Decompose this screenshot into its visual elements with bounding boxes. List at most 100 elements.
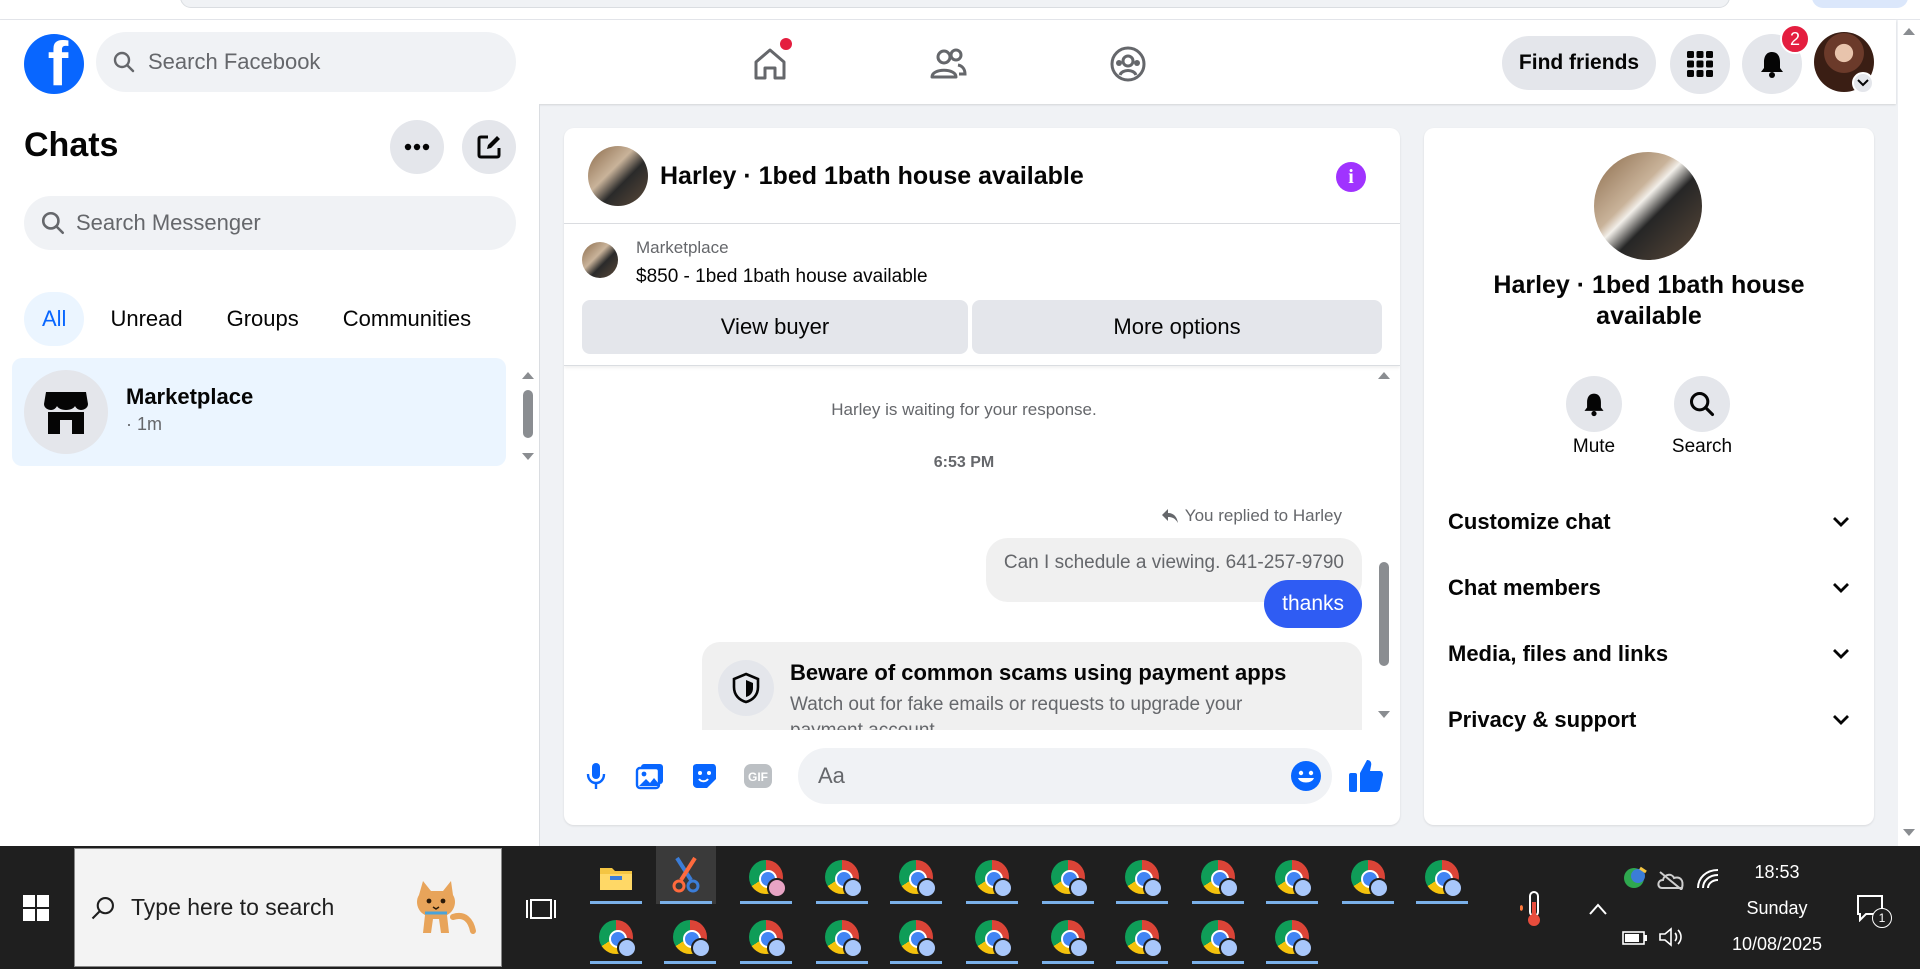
find-friends-button[interactable]: Find friends xyxy=(1502,36,1656,90)
listing-price-title[interactable]: $850 - 1bed 1bath house available xyxy=(636,266,928,288)
thumbs-up-icon[interactable] xyxy=(1346,756,1386,796)
section-label: Media, files and links xyxy=(1448,641,1669,666)
browser-action-pill[interactable] xyxy=(1812,0,1908,8)
onedrive-cloud-icon[interactable] xyxy=(1656,870,1686,890)
info-icon[interactable]: i xyxy=(1336,162,1366,192)
mute-button[interactable] xyxy=(1566,376,1622,432)
taskbar-chrome-8[interactable] xyxy=(1262,850,1322,904)
chat-list-item-marketplace[interactable]: Marketplace · 1m xyxy=(12,358,506,466)
section-media-files-links[interactable]: Media, files and links xyxy=(1448,634,1850,674)
gif-button[interactable]: GIF xyxy=(740,758,776,794)
chrome-icon xyxy=(899,920,937,958)
chats-options-button[interactable] xyxy=(390,120,444,174)
waiting-notice: Harley is waiting for your response. xyxy=(831,400,1097,419)
taskbar-chrome-4[interactable] xyxy=(962,850,1022,904)
taskbar-chrome-14[interactable] xyxy=(812,910,872,964)
volume-icon[interactable] xyxy=(1658,926,1684,948)
search-conversation-button[interactable] xyxy=(1674,376,1730,432)
tab-groups[interactable]: Groups xyxy=(209,292,317,346)
sticker-button[interactable] xyxy=(686,758,722,794)
taskbar-chrome-2[interactable] xyxy=(812,850,872,904)
browser-address-bar[interactable] xyxy=(180,0,1730,8)
facebook-search-input[interactable]: Search Facebook xyxy=(96,32,516,92)
taskbar-chrome-19[interactable] xyxy=(1188,910,1248,964)
taskbar-snipping-tool[interactable] xyxy=(656,846,716,904)
section-privacy-support[interactable]: Privacy & support xyxy=(1448,700,1850,740)
taskbar-file-explorer[interactable] xyxy=(586,850,646,904)
browser-address-strip xyxy=(0,0,1920,20)
clock-date[interactable]: 10/08/2025 xyxy=(1722,934,1832,955)
notification-count-badge: 2 xyxy=(1780,24,1810,54)
taskbar-chrome-10[interactable] xyxy=(1412,850,1472,904)
taskbar-chrome-5[interactable] xyxy=(1038,850,1098,904)
thread-scrollbar[interactable] xyxy=(1376,366,1392,722)
chrome-icon xyxy=(749,860,787,898)
taskbar-chrome-18[interactable] xyxy=(1112,910,1172,964)
view-buyer-button[interactable]: View buyer xyxy=(582,300,968,354)
taskbar-chrome-20[interactable] xyxy=(1262,910,1322,964)
chevron-up-icon[interactable] xyxy=(1588,902,1608,916)
emoji-icon[interactable] xyxy=(1290,760,1322,792)
clock-time[interactable]: 18:53 xyxy=(1722,862,1832,883)
voice-clip-button[interactable] xyxy=(578,758,614,794)
snipping-tool-icon xyxy=(672,856,700,893)
windows-taskbar: Type here to search 18:53 Sunday 10/08/2… xyxy=(0,846,1920,969)
message-input[interactable]: Aa xyxy=(798,748,1332,804)
scrollbar-thumb[interactable] xyxy=(1379,562,1389,666)
wifi-icon[interactable] xyxy=(1696,868,1722,890)
taskbar-chrome-12[interactable] xyxy=(660,910,720,964)
taskbar-chrome-3[interactable] xyxy=(886,850,946,904)
taskbar-chrome-6[interactable] xyxy=(1112,850,1172,904)
taskbar-chrome-7[interactable] xyxy=(1188,850,1248,904)
conversation-title[interactable]: Harley · 1bed 1bath house available xyxy=(660,162,1084,191)
section-chat-members[interactable]: Chat members xyxy=(1448,568,1850,608)
message-thread[interactable]: Harley is waiting for your response. 6:5… xyxy=(564,366,1400,730)
taskbar-chrome-9[interactable] xyxy=(1338,850,1398,904)
taskbar-chrome-16[interactable] xyxy=(962,910,1022,964)
details-avatar[interactable] xyxy=(1594,152,1702,260)
page-scrollbar[interactable] xyxy=(1898,20,1920,846)
messenger-search-placeholder: Search Messenger xyxy=(76,210,261,235)
tab-communities[interactable]: Communities xyxy=(325,292,489,346)
new-message-button[interactable] xyxy=(462,120,516,174)
groups-nav-button[interactable] xyxy=(1104,40,1152,88)
outgoing-message-bubble[interactable]: thanks xyxy=(1264,580,1362,628)
messenger-search-input[interactable]: Search Messenger xyxy=(24,196,516,250)
scam-warning-card[interactable]: Beware of common scams using payment app… xyxy=(702,642,1362,730)
battery-icon[interactable] xyxy=(1622,930,1648,946)
account-chevron-down-icon[interactable] xyxy=(1852,72,1874,94)
more-options-button[interactable]: More options xyxy=(972,300,1382,354)
windows-logo-icon xyxy=(23,894,49,921)
chrome-icon xyxy=(825,860,863,898)
chrome-icon xyxy=(1351,860,1389,898)
edge-status-icon[interactable] xyxy=(1622,866,1650,890)
tab-unread[interactable]: Unread xyxy=(92,292,200,346)
chrome-icon xyxy=(1201,920,1239,958)
clock-day[interactable]: Sunday xyxy=(1722,898,1832,919)
attach-photo-button[interactable] xyxy=(632,758,668,794)
scrollbar-thumb[interactable] xyxy=(523,390,533,438)
conversation-avatar[interactable] xyxy=(588,146,648,206)
taskbar-chrome-11[interactable] xyxy=(586,910,646,964)
task-view-icon[interactable] xyxy=(526,894,556,924)
facebook-logo[interactable]: f xyxy=(24,34,84,94)
listing-thumbnail[interactable] xyxy=(582,242,618,278)
chat-list-scrollbar[interactable] xyxy=(520,366,536,466)
chat-item-time: · 1m xyxy=(126,414,162,434)
taskbar-chrome-15[interactable] xyxy=(886,910,946,964)
section-customize-chat[interactable]: Customize chat xyxy=(1448,502,1850,542)
grid-menu-icon xyxy=(1687,51,1713,77)
chrome-icon xyxy=(899,860,937,898)
taskbar-chrome-1[interactable] xyxy=(736,850,796,904)
section-label: Privacy & support xyxy=(1448,707,1637,732)
friends-nav-button[interactable] xyxy=(924,40,972,88)
thermometer-icon[interactable] xyxy=(1516,888,1550,928)
marketplace-label: Marketplace xyxy=(636,238,729,257)
start-button[interactable] xyxy=(0,846,72,969)
taskbar-chrome-17[interactable] xyxy=(1038,910,1098,964)
menu-button[interactable] xyxy=(1670,34,1730,94)
tab-all[interactable]: All xyxy=(24,292,85,346)
taskbar-search-box[interactable]: Type here to search xyxy=(74,848,502,967)
taskbar-chrome-13[interactable] xyxy=(736,910,796,964)
action-center-badge: 1 xyxy=(1872,908,1892,928)
